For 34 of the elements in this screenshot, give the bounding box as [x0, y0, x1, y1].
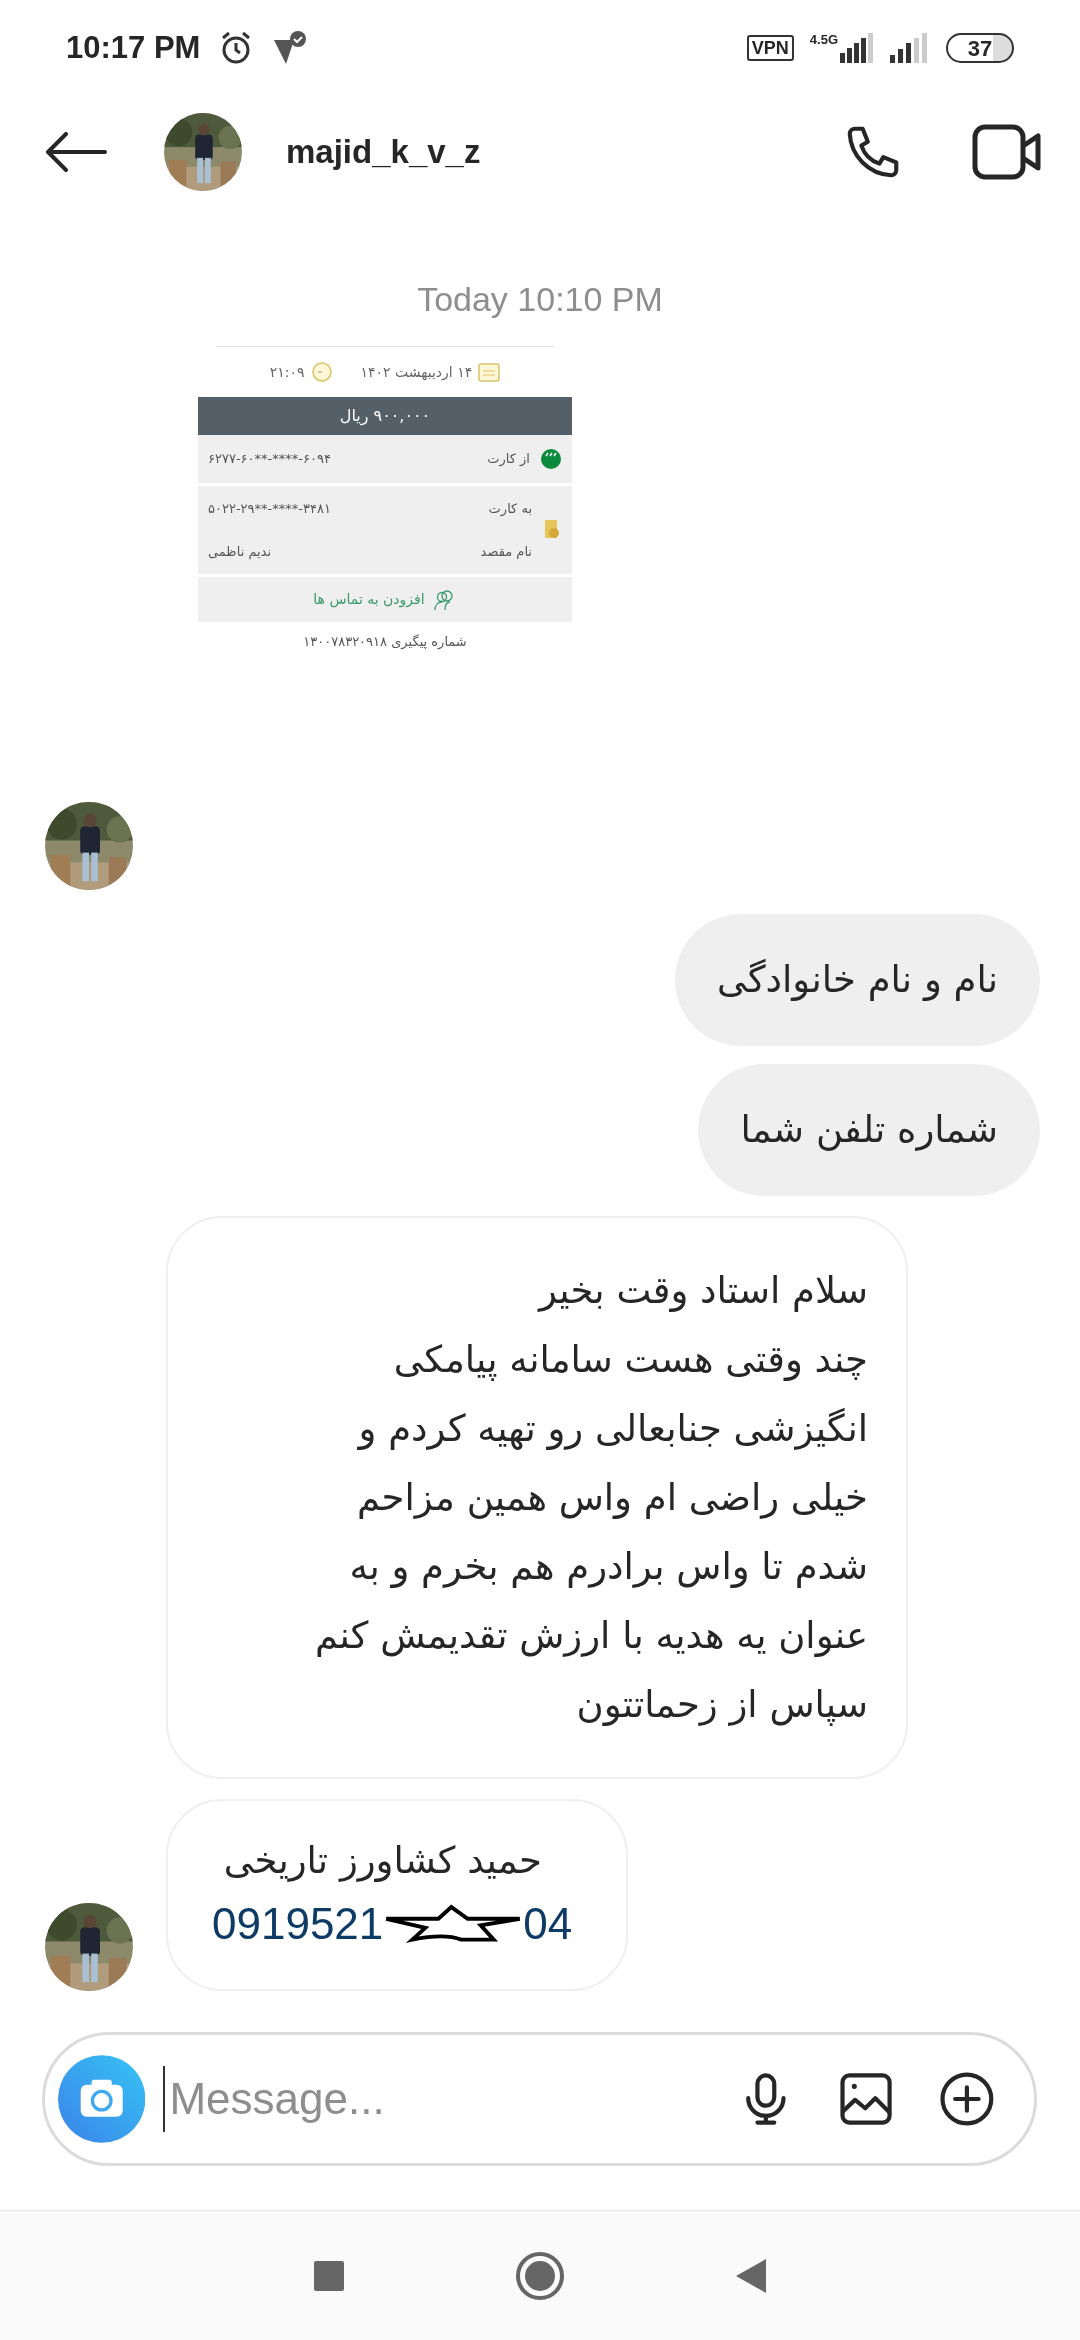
network-type: 4.5G [809, 33, 838, 46]
message-bubble: نام و نام خانوادگی [675, 914, 1040, 1046]
signal-icon [890, 33, 930, 63]
phone-number[interactable]: 0919521 [212, 1891, 384, 1957]
recipient-label: نام مقصد [479, 543, 532, 561]
contact-name: حمید کشاورز تاریخی [223, 1838, 542, 1884]
calendar-icon [478, 362, 501, 382]
tracking-number: شماره پیگیری ۱۳۰۰۷۸۳۲۰۹۱۸ [303, 633, 467, 652]
card-number: ۶۲۷۷-۶۰**-****-۶۰۹۴ [208, 450, 331, 469]
back-icon[interactable] [735, 2257, 767, 2294]
bank-logo-icon [540, 448, 562, 470]
home-icon[interactable] [515, 2250, 565, 2301]
receipt-date: ۱۴ اردیبهشت ۱۴۰۲ [360, 362, 473, 382]
status-time: 10:17 PM [66, 28, 201, 67]
receipt-time: ۲۱:۰۹ [269, 362, 305, 382]
phone-number[interactable]: 04 [523, 1891, 573, 1957]
card-label: به کارت [487, 499, 532, 518]
recipient-name: ندیم ناظمی [208, 543, 273, 562]
clock-icon [310, 361, 333, 383]
message-field[interactable]: Message... [42, 2032, 1037, 2166]
message-input[interactable]: Message... [163, 2066, 745, 2132]
vpn-badge: VPN [746, 35, 794, 61]
back-arrow-icon[interactable] [45, 132, 107, 172]
battery-indicator: 37 [946, 33, 1014, 63]
video-camera-icon[interactable] [972, 124, 1042, 180]
card-number: ۵۰۲۲-۲۹**-****-۳۴۸۱ [208, 499, 332, 518]
recent-apps-icon[interactable] [313, 2259, 345, 2292]
username[interactable]: majid_k_v_z [286, 127, 842, 177]
message-bubble: سلام استاد وقت بخیر چند وقتی هست سامانه پیامکی انگیزشی جنابعالی رو تهیه کردم و خیلی راضی ام واس همین مزاحم شدم تا واس برادرم هم بخرم و به عنوان یه هدیه با ارزش تقدیمش کنم سپاس از زحماتتون [166, 1216, 908, 1779]
message-bubble: شماره تلفن شما [698, 1064, 1040, 1196]
timestamp: Today 10:10 PM [417, 279, 663, 320]
card-label: از کارت [486, 450, 530, 469]
signal-icon [840, 33, 874, 63]
receipt-amount: ۹۰۰,۰۰۰ ریال [339, 405, 431, 428]
